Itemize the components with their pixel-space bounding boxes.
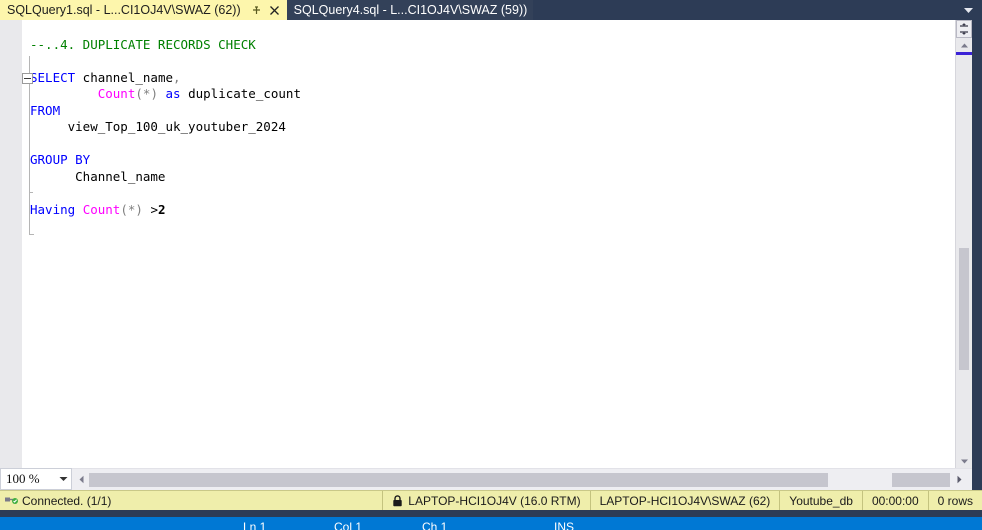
status-login: LAPTOP-HCI1OJ4V\SWAZ (62) xyxy=(589,491,780,510)
window-bottom-chrome xyxy=(0,510,982,517)
tab-sqlquery1[interactable]: SQLQuery1.sql - L...CI1OJ4V\SWAZ (62)) xyxy=(0,0,287,20)
tab-sqlquery1-label: SQLQuery1.sql - L...CI1OJ4V\SWAZ (62)) xyxy=(7,3,241,17)
editor-vertical-scrollbar[interactable] xyxy=(955,20,972,468)
connection-status-text: Connected. (1/1) xyxy=(22,493,112,508)
status-bar: Connected. (1/1) LAPTOP-HCI1OJ4V (16.0 R… xyxy=(0,490,982,510)
window-right-edge xyxy=(972,20,982,468)
bottom-bar-endcap xyxy=(972,468,982,490)
code-line[interactable]: Count(*) as duplicate_count xyxy=(0,86,950,103)
code-line[interactable]: GROUP BY xyxy=(0,152,950,169)
scroll-down-arrow-icon[interactable] xyxy=(956,455,972,468)
status-rows-text: 0 rows xyxy=(937,493,973,508)
scroll-right-arrow-icon[interactable] xyxy=(952,469,966,490)
lock-icon xyxy=(392,494,403,507)
code-line[interactable]: Having Count(*) >2 xyxy=(0,202,950,219)
connected-icon xyxy=(4,493,18,509)
chevron-down-icon[interactable] xyxy=(55,476,71,482)
vertical-scrollbar-thumb[interactable] xyxy=(959,248,969,370)
code-token: --..4. DUPLICATE RECORDS CHECK xyxy=(30,36,256,52)
editor-horizontal-scrollbar[interactable] xyxy=(72,468,982,490)
bottom-caret-info-bar: Ln 1 Col 1 Ch 1 INS xyxy=(0,517,982,530)
ssms-window: SQLQuery1.sql - L...CI1OJ4V\SWAZ (62)) S… xyxy=(0,0,982,530)
scroll-up-arrow-icon[interactable] xyxy=(956,39,972,52)
zoom-level-value: 100 % xyxy=(6,471,40,486)
code-token: GROUP BY xyxy=(30,152,91,167)
code-token: Count xyxy=(82,201,121,217)
code-token: Count xyxy=(97,86,136,101)
zoom-level-selector[interactable]: 100 % xyxy=(0,468,72,490)
code-token: Having xyxy=(30,201,76,217)
horizontal-scrollbar-thumb[interactable] xyxy=(89,473,828,487)
status-connection: Connected. (1/1) xyxy=(0,493,111,509)
code-token: channel_name xyxy=(75,69,173,85)
code-text[interactable]: --..4. DUPLICATE RECORDS CHECK SELECT ch… xyxy=(0,20,950,468)
taskbar-item: Col 1 xyxy=(334,520,363,530)
code-token: duplicate_count xyxy=(180,86,301,101)
code-line[interactable]: --..4. DUPLICATE RECORDS CHECK xyxy=(0,37,950,54)
status-database: Youtube_db xyxy=(779,491,862,510)
status-row-count: 0 rows xyxy=(927,491,982,510)
taskbar-item: Ch 1 xyxy=(422,520,448,530)
status-login-text: LAPTOP-HCI1OJ4V\SWAZ (62) xyxy=(599,493,771,508)
code-token: ) xyxy=(135,201,143,217)
code-token: , xyxy=(173,69,181,85)
status-server: LAPTOP-HCI1OJ4V (16.0 RTM) xyxy=(382,491,589,510)
taskbar-item: Ln 1 xyxy=(243,520,267,530)
code-token: 2 xyxy=(157,201,166,217)
code-token: ( xyxy=(135,86,143,101)
taskbar-item: INS xyxy=(554,520,575,530)
code-token: SELECT xyxy=(30,69,76,85)
status-server-text: LAPTOP-HCI1OJ4V (16.0 RTM) xyxy=(408,493,581,508)
code-line[interactable]: SELECT channel_name, xyxy=(0,70,950,87)
code-line[interactable]: view_Top_100_uk_youtuber_2024 xyxy=(0,119,950,136)
split-editor-icon[interactable] xyxy=(956,20,972,38)
code-token: FROM xyxy=(30,102,61,118)
chevron-down-icon[interactable] xyxy=(955,0,982,20)
status-bar-right-group: LAPTOP-HCI1OJ4V (16.0 RTM) LAPTOP-HCI1OJ… xyxy=(382,491,982,510)
close-icon[interactable] xyxy=(268,4,281,17)
scroll-position-marker xyxy=(956,52,972,55)
code-token: as xyxy=(165,86,181,101)
pin-icon[interactable] xyxy=(250,4,263,17)
collapse-region-icon[interactable] xyxy=(22,72,33,84)
tab-sqlquery4[interactable]: SQLQuery4.sql - L...CI1OJ4V\SWAZ (59)) xyxy=(286,0,534,20)
status-elapsed-time: 00:00:00 xyxy=(861,491,928,510)
sql-editor[interactable]: --..4. DUPLICATE RECORDS CHECK SELECT ch… xyxy=(0,20,982,468)
status-elapsed-text: 00:00:00 xyxy=(871,493,919,508)
status-database-text: Youtube_db xyxy=(789,493,853,508)
editor-tab-bar: SQLQuery1.sql - L...CI1OJ4V\SWAZ (62)) S… xyxy=(0,0,982,20)
code-line[interactable]: FROM xyxy=(0,103,950,120)
code-token: view_Top_100_uk_youtuber_2024 xyxy=(30,119,286,134)
code-token: ( xyxy=(120,201,128,217)
tab-sqlquery4-label: SQLQuery4.sql - L...CI1OJ4V\SWAZ (59)) xyxy=(293,3,528,17)
code-line[interactable]: Channel_name xyxy=(0,169,950,186)
scroll-left-arrow-icon[interactable] xyxy=(74,469,88,490)
editor-bottom-bar: 100 % xyxy=(0,468,982,490)
code-token: ) xyxy=(150,86,158,101)
code-token: > xyxy=(142,201,158,217)
code-token: Channel_name xyxy=(30,168,166,184)
horizontal-scrollbar-thumb-right[interactable] xyxy=(892,473,950,487)
